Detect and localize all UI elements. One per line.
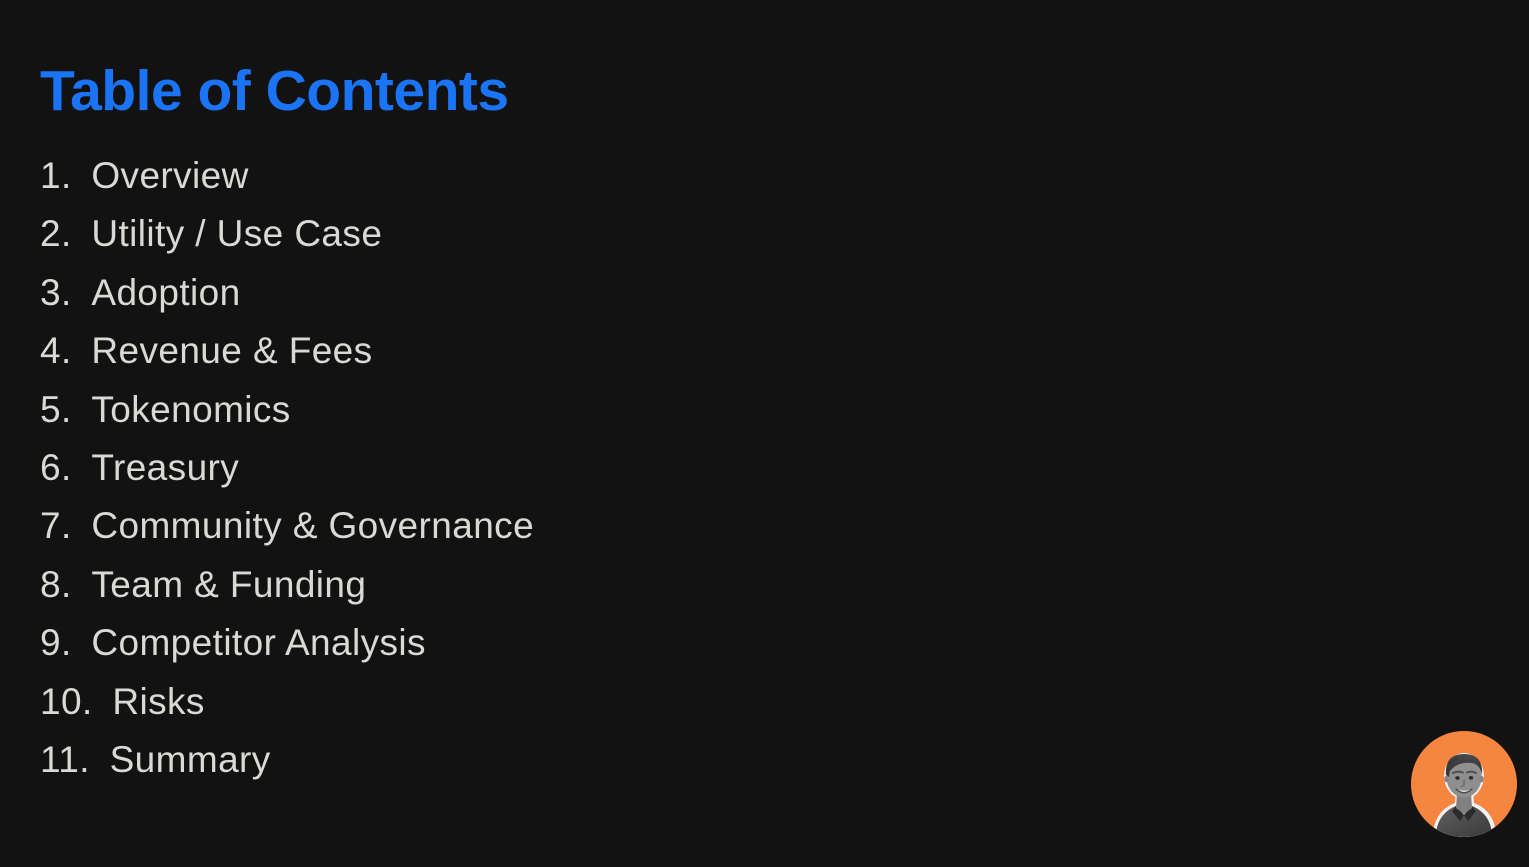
list-item-number: 7. bbox=[40, 505, 72, 547]
list-item-number: 9. bbox=[40, 622, 72, 664]
list-item-label: Revenue & Fees bbox=[91, 330, 373, 372]
list-item-label: Adoption bbox=[91, 271, 241, 313]
list-item[interactable]: 11. Summary bbox=[40, 731, 1040, 789]
list-item-label: Summary bbox=[109, 738, 271, 780]
list-item-label: Team & Funding bbox=[91, 563, 367, 605]
list-item[interactable]: 3. Adoption bbox=[40, 264, 1040, 322]
list-item-number: 8. bbox=[40, 563, 72, 605]
table-of-contents-list: 1. Overview 2. Utility / Use Case 3. Ado… bbox=[40, 147, 1040, 789]
list-item-label: Tokenomics bbox=[91, 388, 291, 430]
list-item-label: Community & Governance bbox=[91, 505, 535, 547]
list-item-number: 5. bbox=[40, 388, 72, 430]
list-item-number: 6. bbox=[40, 446, 72, 488]
list-item[interactable]: 9. Competitor Analysis bbox=[40, 614, 1040, 672]
slide-canvas: Table of Contents 1. Overview 2. Utility… bbox=[0, 0, 1529, 867]
presenter-avatar bbox=[1411, 731, 1517, 837]
list-item-label: Competitor Analysis bbox=[91, 622, 426, 664]
list-item-label: Utility / Use Case bbox=[91, 213, 383, 255]
list-item-number: 1. bbox=[40, 155, 72, 196]
list-item-label: Treasury bbox=[91, 446, 240, 488]
list-item[interactable]: 4. Revenue & Fees bbox=[40, 322, 1040, 380]
list-item-label: Overview bbox=[91, 155, 249, 196]
list-item[interactable]: 1. Overview bbox=[40, 147, 1040, 205]
page-title: Table of Contents bbox=[40, 59, 509, 124]
list-item-number: 3. bbox=[40, 271, 72, 313]
list-item-number: 4. bbox=[40, 330, 72, 372]
list-item-number: 2. bbox=[40, 213, 72, 255]
list-item-number: 10. bbox=[40, 680, 93, 722]
list-item[interactable]: 10. Risks bbox=[40, 673, 1040, 731]
list-item-label: Risks bbox=[112, 680, 205, 722]
list-item[interactable]: 5. Tokenomics bbox=[40, 381, 1040, 439]
list-item[interactable]: 2. Utility / Use Case bbox=[40, 205, 1040, 263]
list-item-number: 11. bbox=[40, 738, 90, 780]
list-item[interactable]: 6. Treasury bbox=[40, 439, 1040, 497]
list-item[interactable]: 7. Community & Governance bbox=[40, 497, 1040, 555]
list-item[interactable]: 8. Team & Funding bbox=[40, 556, 1040, 614]
presenter-avatar-photo-icon bbox=[1411, 731, 1517, 837]
